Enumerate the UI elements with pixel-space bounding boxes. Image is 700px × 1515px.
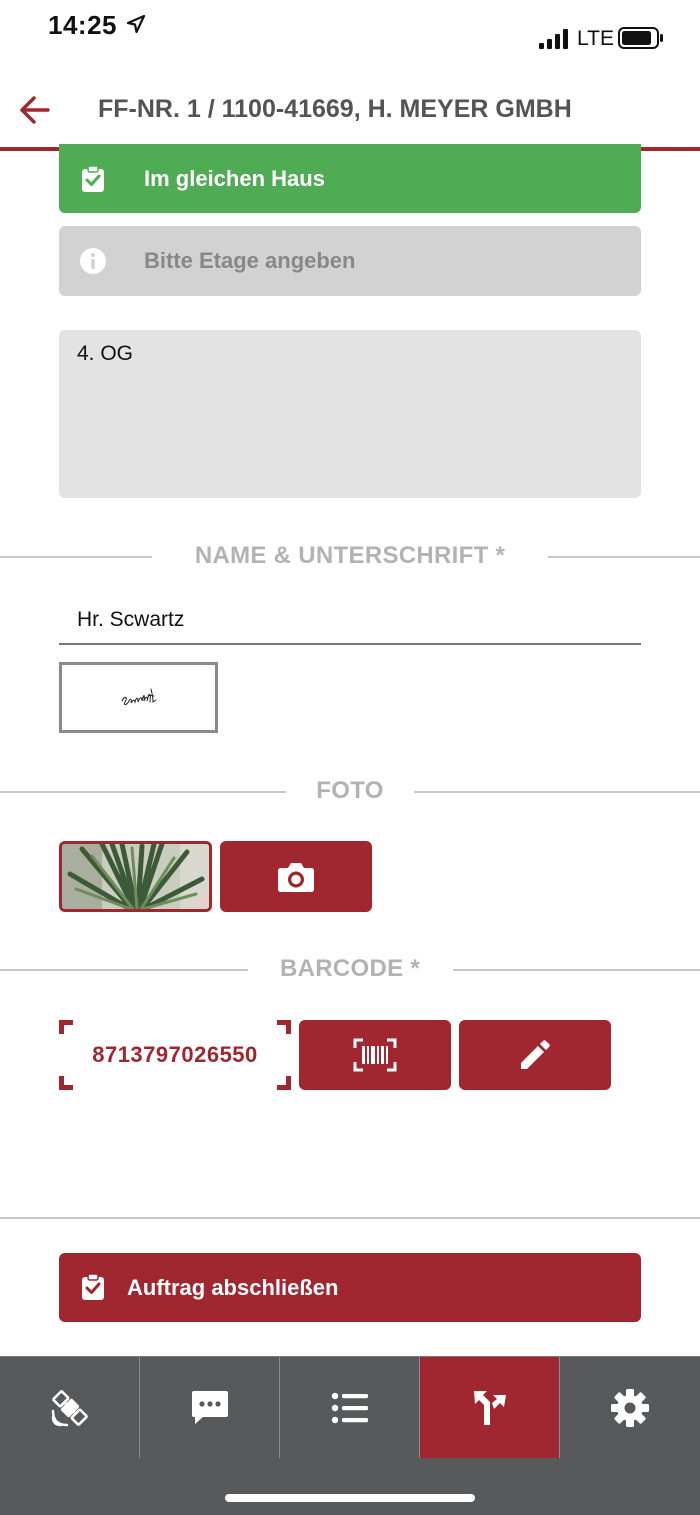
edit-barcode-button[interactable] <box>459 1020 611 1090</box>
back-arrow-icon[interactable] <box>18 94 52 126</box>
footer-divider <box>0 1217 700 1219</box>
camera-icon <box>278 862 314 892</box>
name-signature-divider: NAME & UNTERSCHRIFT * <box>0 536 700 576</box>
barcode-heading: BARCODE * <box>279 955 421 982</box>
scan-barcode-button[interactable] <box>299 1020 451 1090</box>
camera-button[interactable] <box>220 841 372 912</box>
finish-order-label: Auftrag abschließen <box>127 1275 339 1300</box>
finish-order-button[interactable]: Auftrag abschließen <box>59 1253 641 1322</box>
floor-hint-notice: Bitte Etage angeben <box>59 226 641 296</box>
tab-route[interactable] <box>420 1357 560 1458</box>
app-header: FF-NR. 1 / 1100-41669, H. MEYER GMBH <box>0 72 700 151</box>
signature-box[interactable] <box>59 662 218 733</box>
satellite-icon <box>51 1389 88 1426</box>
home-indicator[interactable] <box>225 1494 475 1502</box>
list-icon <box>331 1392 368 1423</box>
page-title: FF-NR. 1 / 1100-41669, H. MEYER GMBH <box>98 95 572 123</box>
same-house-notice: Im gleichen Haus <box>59 144 641 213</box>
photo-thumbnail[interactable] <box>59 841 212 912</box>
tab-list[interactable] <box>280 1357 420 1458</box>
barcode-display: 8713797026550 <box>59 1020 291 1090</box>
barcode-value: 8713797026550 <box>92 1042 258 1067</box>
signature-image <box>121 688 157 705</box>
photo-heading: FOTO <box>316 777 384 804</box>
gear-icon <box>611 1388 649 1427</box>
signal-icon <box>539 29 568 49</box>
clipboard-check-icon <box>82 1273 104 1300</box>
tab-messages[interactable] <box>140 1357 280 1458</box>
plant-photo <box>62 844 209 909</box>
location-arrow-icon <box>126 14 146 34</box>
barcode-scan-icon <box>353 1038 397 1072</box>
battery-icon <box>618 27 663 49</box>
tab-settings[interactable] <box>560 1357 700 1458</box>
name-input[interactable]: Hr. Scwartz <box>59 600 641 645</box>
pencil-icon <box>521 1040 550 1069</box>
floor-hint-text: Bitte Etage angeben <box>144 248 356 273</box>
tab-gps[interactable] <box>0 1357 140 1458</box>
clipboard-check-icon <box>82 164 104 192</box>
status-time: 14:25 <box>48 10 117 40</box>
chat-icon <box>191 1390 228 1424</box>
info-icon <box>80 248 106 274</box>
photo-divider: FOTO <box>0 771 700 811</box>
status-bar: 14:25 LTE <box>0 0 700 72</box>
bottom-tab-bar <box>0 1356 700 1515</box>
floor-textarea[interactable]: 4. OG <box>59 330 641 498</box>
route-icon <box>473 1390 506 1425</box>
name-signature-heading: NAME & UNTERSCHRIFT * <box>194 542 506 569</box>
network-label: LTE <box>577 27 614 50</box>
barcode-divider: BARCODE * <box>0 949 700 989</box>
same-house-text: Im gleichen Haus <box>144 165 325 191</box>
